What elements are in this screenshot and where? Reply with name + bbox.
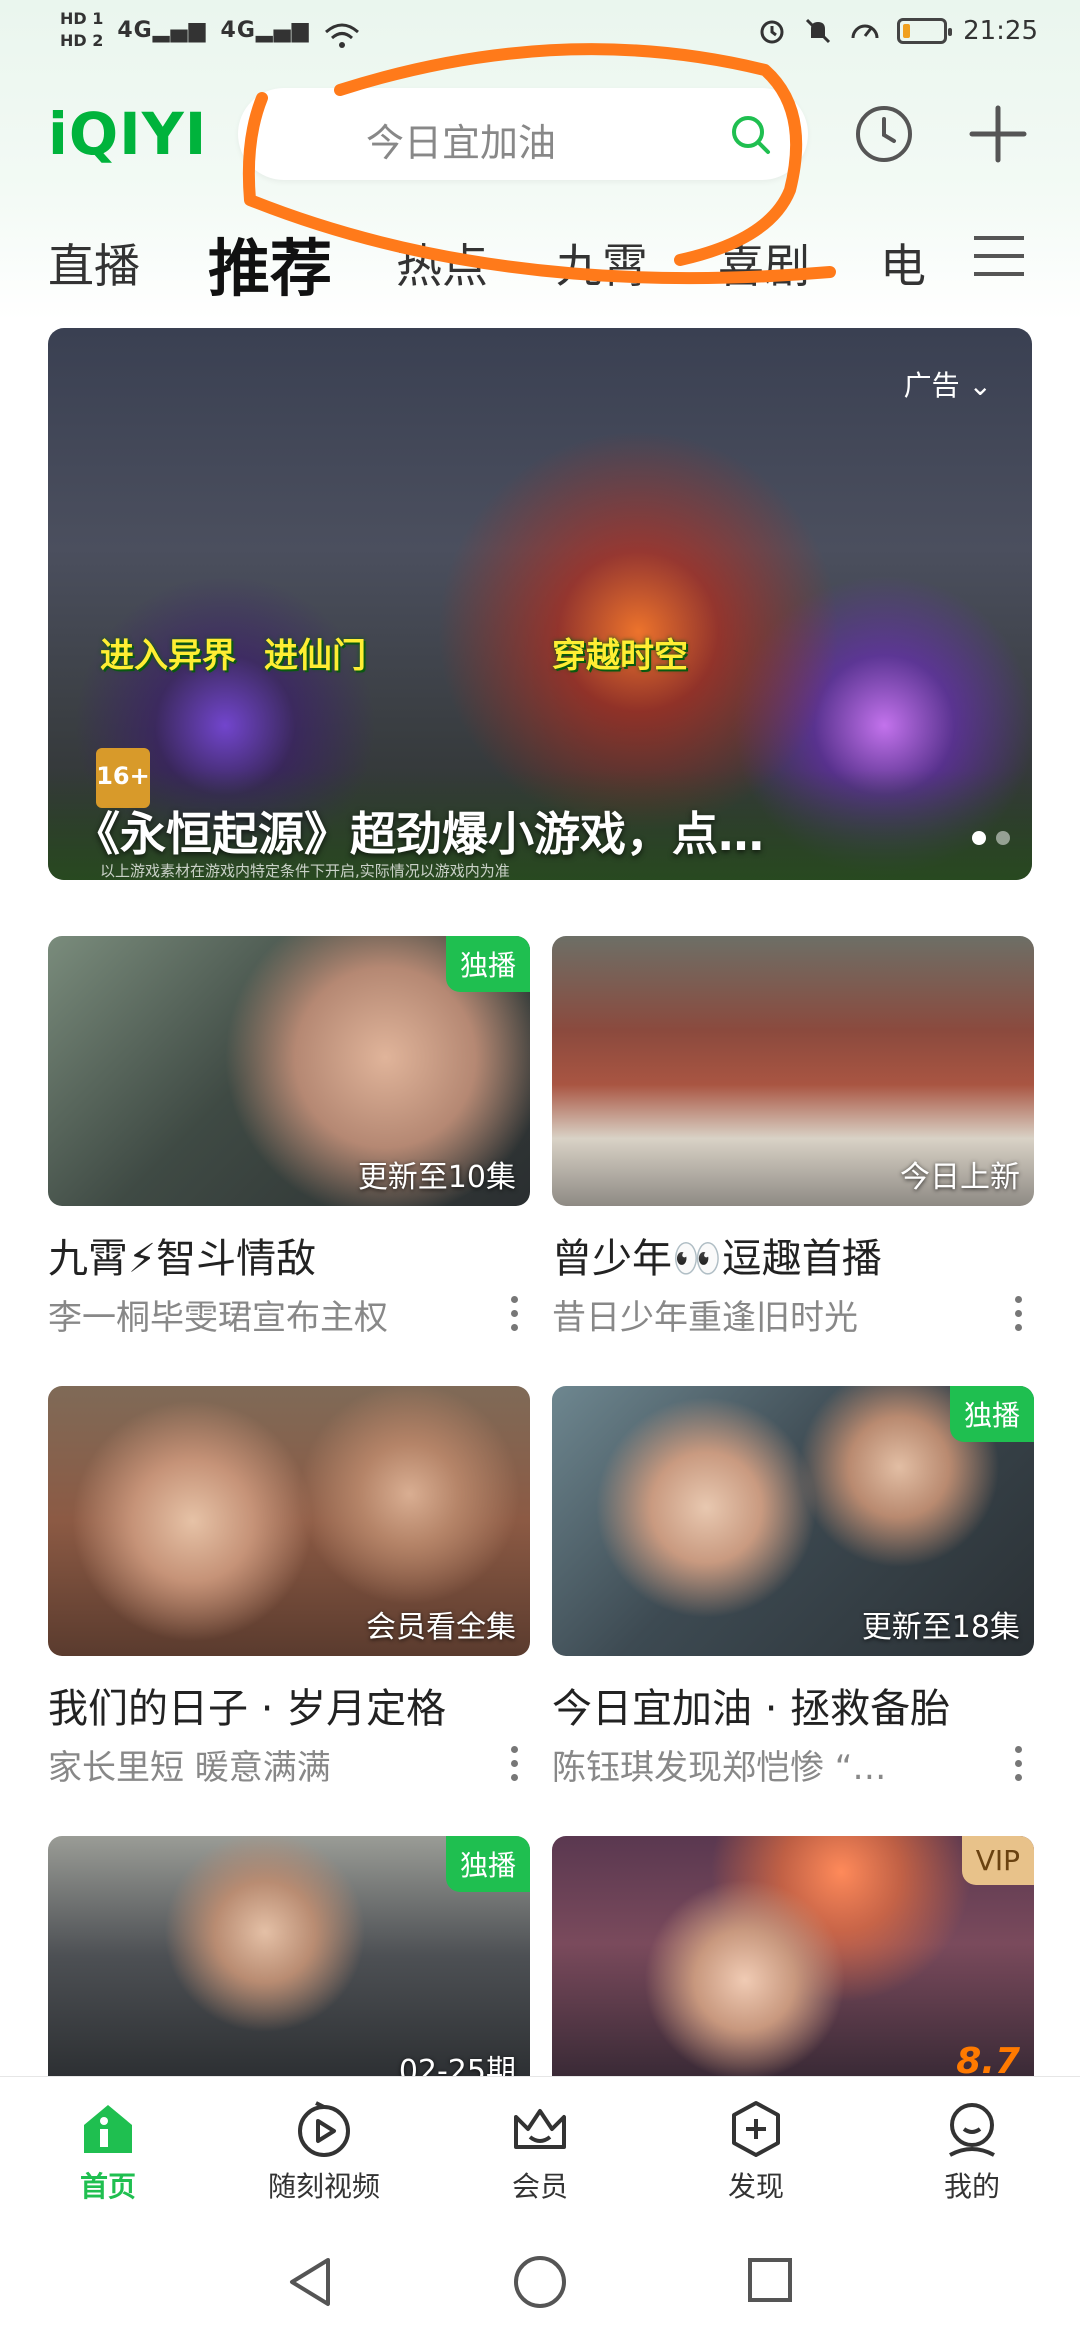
episode-status: 02-25期 xyxy=(398,2054,516,2076)
banner-disclaimer: 以上游戏素材在游戏内特定条件下开启,实际情况以游戏内为准 xyxy=(100,862,510,880)
play-icon xyxy=(298,2101,350,2157)
more-options-icon[interactable] xyxy=(508,1742,520,1784)
nav-discover-label: 发现 xyxy=(727,2170,784,2203)
tab-recommend[interactable]: 推荐 xyxy=(208,218,332,308)
card-title[interactable]: 我们的日子 · 岁月定格 xyxy=(48,1676,446,1734)
video-thumbnail[interactable]: 独播 02-25期 xyxy=(48,1836,530,2076)
hd1-label: HD 1 xyxy=(60,9,104,28)
tab-tv[interactable]: 电 xyxy=(880,230,926,296)
more-options-icon[interactable] xyxy=(1012,1292,1024,1334)
video-card[interactable]: VIP 8.7 xyxy=(552,1836,1034,2076)
nav-vip-label: 会员 xyxy=(511,2170,568,2203)
tab-live[interactable]: 直播 xyxy=(48,230,140,296)
status-right: 21:25 xyxy=(757,16,1038,46)
search-bar[interactable]: 今日宜加油 xyxy=(238,88,808,180)
more-options-icon[interactable] xyxy=(508,1292,520,1334)
status-bar: HD 1 HD 2 4G▂▄▆ 4G▂▄▆ 21:25 xyxy=(0,0,1080,72)
card-subtitle: 家长里短 暖意满满 xyxy=(48,1748,331,1788)
hd2-label: HD 2 xyxy=(60,31,104,50)
video-thumbnail[interactable]: 独播 更新至18集 xyxy=(552,1386,1034,1656)
video-card[interactable]: 独播 02-25期 xyxy=(48,1836,530,2076)
banner-tag: 进仙门 xyxy=(264,636,366,676)
signal-1-icon: 4G▂▄▆ xyxy=(117,18,207,43)
iqiyi-logo[interactable]: iQIYI xyxy=(48,100,207,168)
episode-status: 今日上新 xyxy=(900,1160,1020,1195)
back-triangle-icon[interactable] xyxy=(284,2254,336,2310)
video-card[interactable]: 会员看全集 我们的日子 · 岁月定格 家长里短 暖意满满 xyxy=(48,1386,530,1788)
wifi-icon xyxy=(324,23,359,48)
search-placeholder: 今日宜加油 xyxy=(366,121,557,165)
card-subtitle: 李一桐毕雯珺宣布主权 xyxy=(48,1298,388,1338)
carousel-dot xyxy=(996,831,1010,845)
episode-status: 更新至18集 xyxy=(861,1610,1020,1645)
vip-badge: VIP xyxy=(961,1836,1034,1885)
carousel-indicators xyxy=(972,831,1010,845)
system-navigation-bar xyxy=(0,2226,1080,2340)
promo-banner[interactable]: 广告 ⌄ 进入异界 进仙门 穿越时空 16+ 《永恒起源》超劲爆小游戏，点… 以… xyxy=(48,328,1032,880)
exclusive-badge: 独播 xyxy=(445,1836,530,1892)
banner-tag: 进入异界 xyxy=(100,636,236,676)
nav-profile-label: 我的 xyxy=(943,2170,1000,2203)
card-subtitle: 昔日少年重逢旧时光 xyxy=(552,1298,858,1338)
profile-icon xyxy=(949,2103,995,2157)
episode-status: 更新至10集 xyxy=(357,1160,516,1195)
nav-discover[interactable]: 发现 xyxy=(676,2077,836,2205)
banner-title: 《永恒起源》超劲爆小游戏，点… xyxy=(74,807,764,861)
status-left: HD 1 HD 2 4G▂▄▆ 4G▂▄▆ xyxy=(60,10,360,52)
video-card[interactable]: 独播 更新至10集 九霄⚡智斗情敌 李一桐毕雯珺宣布主权 xyxy=(48,936,530,1338)
battery-level xyxy=(903,24,911,38)
tab-jiuxiao[interactable]: 九霄 xyxy=(556,230,648,296)
mute-bell-icon xyxy=(806,18,831,44)
signal-2-label: 4G xyxy=(220,18,256,43)
card-title[interactable]: 今日宜加油 · 拯救备胎 xyxy=(552,1676,950,1734)
carousel-dot xyxy=(972,831,986,845)
history-clock-icon[interactable] xyxy=(854,104,914,164)
speedometer-icon xyxy=(851,24,879,39)
exclusive-badge: 独播 xyxy=(949,1386,1034,1442)
video-card[interactable]: 今日上新 曾少年👀逗趣首播 昔日少年重逢旧时光 xyxy=(552,936,1034,1338)
nav-home[interactable]: 首页 xyxy=(28,2077,188,2205)
search-icon[interactable] xyxy=(728,112,772,156)
alarm-icon xyxy=(760,20,784,44)
video-thumbnail[interactable]: VIP 8.7 xyxy=(552,1836,1034,2076)
video-thumbnail[interactable]: 独播 更新至10集 xyxy=(48,936,530,1206)
home-icon xyxy=(84,2105,132,2153)
nav-profile[interactable]: 我的 xyxy=(892,2077,1052,2205)
menu-icon[interactable] xyxy=(972,232,1026,280)
tab-hot[interactable]: 热点 xyxy=(396,230,488,296)
episode-status: 会员看全集 xyxy=(366,1610,516,1645)
more-options-icon[interactable] xyxy=(1012,1742,1024,1784)
ad-label[interactable]: 广告 ⌄ xyxy=(904,364,992,404)
nav-shorts[interactable]: 随刻视频 xyxy=(244,2077,404,2205)
add-plus-icon[interactable] xyxy=(968,104,1028,164)
recents-square-icon[interactable] xyxy=(744,2254,796,2306)
nav-shorts-label: 随刻视频 xyxy=(267,2170,380,2203)
card-title[interactable]: 曾少年👀逗趣首播 xyxy=(552,1226,882,1284)
ad-label-text: 广告 xyxy=(903,369,960,402)
card-title[interactable]: 九霄⚡智斗情敌 xyxy=(48,1226,316,1284)
video-thumbnail[interactable]: 会员看全集 xyxy=(48,1386,530,1656)
exclusive-badge: 独播 xyxy=(445,936,530,992)
clock-time: 21:25 xyxy=(963,16,1038,46)
nav-home-label: 首页 xyxy=(79,2170,136,2203)
signal-2-icon: 4G▂▄▆ xyxy=(220,18,310,43)
video-card[interactable]: 独播 更新至18集 今日宜加油 · 拯救备胎 陈钰琪发现郑恺惨 “… xyxy=(552,1386,1034,1788)
banner-tag: 穿越时空 xyxy=(552,636,688,676)
signal-1-label: 4G xyxy=(117,18,153,43)
tab-comedy[interactable]: 喜剧 xyxy=(718,230,810,296)
bottom-navigation: 首页 随刻视频 会员 发现 我的 xyxy=(0,2076,1080,2227)
discover-plus-icon xyxy=(732,2101,780,2157)
category-tabs: 直播 推荐 热点 九霄 喜剧 电 xyxy=(0,218,1080,305)
crown-icon xyxy=(514,2109,566,2149)
rating-score: 8.7 xyxy=(956,2041,1020,2076)
nav-vip[interactable]: 会员 xyxy=(460,2077,620,2205)
video-thumbnail[interactable]: 今日上新 xyxy=(552,936,1034,1206)
home-circle-icon[interactable] xyxy=(512,2254,568,2310)
card-subtitle: 陈钰琪发现郑恺惨 “… xyxy=(552,1748,887,1788)
hd-indicators: HD 1 HD 2 xyxy=(60,10,103,52)
battery-icon xyxy=(897,18,953,44)
